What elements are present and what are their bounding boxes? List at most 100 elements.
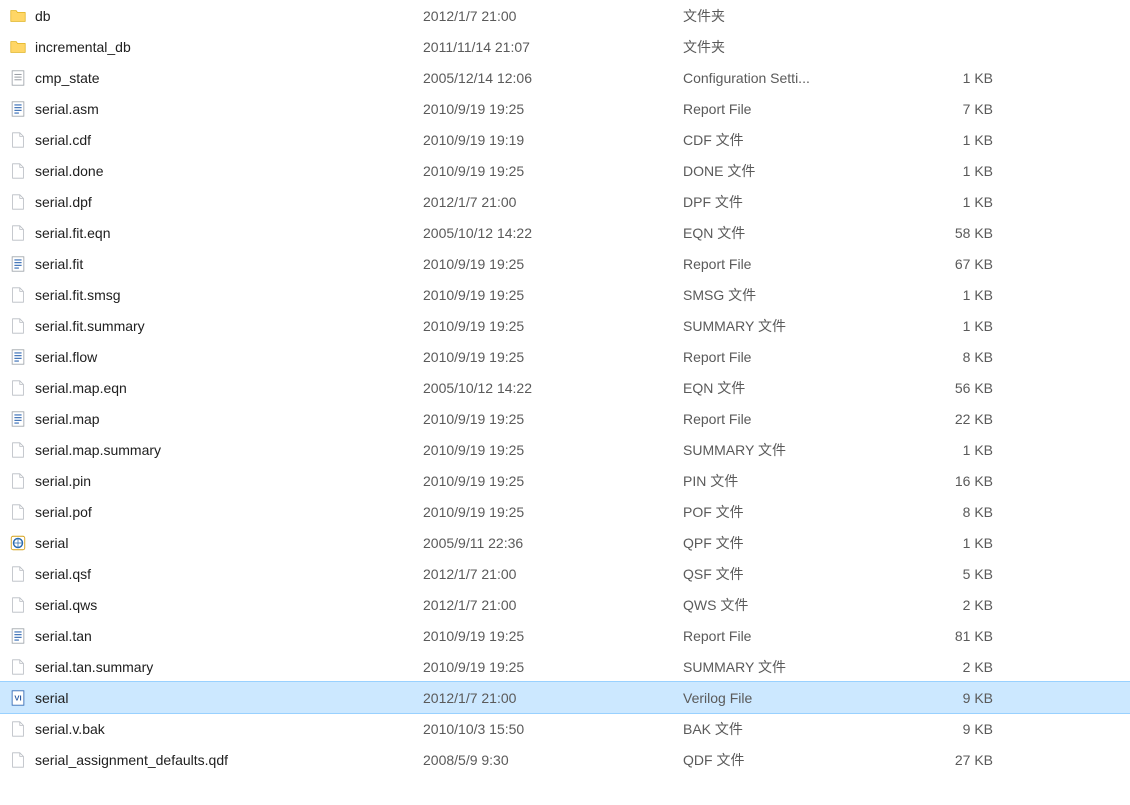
file-row[interactable]: serial.asm2010/9/19 19:25Report File7 KB: [0, 93, 1130, 124]
report-icon: [8, 409, 28, 429]
file-type: QWS 文件: [683, 595, 933, 615]
file-name: serial.map: [35, 411, 100, 427]
file-size: 22 KB: [933, 411, 1073, 427]
file-name-cell: serial.asm: [8, 99, 423, 119]
file-date: 2010/9/19 19:25: [423, 659, 683, 675]
report-icon: [8, 626, 28, 646]
file-date: 2005/10/12 14:22: [423, 225, 683, 241]
file-name: serial.tan.summary: [35, 659, 153, 675]
blank-icon: [8, 285, 28, 305]
file-name-cell: serial.flow: [8, 347, 423, 367]
file-row[interactable]: serial.pin2010/9/19 19:25PIN 文件16 KB: [0, 465, 1130, 496]
file-name: serial.map.summary: [35, 442, 161, 458]
blank-icon: [8, 750, 28, 770]
file-size: 1 KB: [933, 535, 1073, 551]
blank-icon: [8, 595, 28, 615]
file-type: Report File: [683, 411, 933, 427]
file-type: QPF 文件: [683, 533, 933, 553]
file-type: QSF 文件: [683, 564, 933, 584]
file-row[interactable]: serial.map.eqn2005/10/12 14:22EQN 文件56 K…: [0, 372, 1130, 403]
file-name: serial.tan: [35, 628, 92, 644]
file-type: SUMMARY 文件: [683, 440, 933, 460]
file-row[interactable]: serial 2005/9/11 22:36QPF 文件1 KB: [0, 527, 1130, 558]
verilog-icon: VI: [8, 688, 28, 708]
file-date: 2010/9/19 19:25: [423, 411, 683, 427]
file-name: serial.dpf: [35, 194, 92, 210]
blank-icon: [8, 130, 28, 150]
file-name-cell: serial.fit.smsg: [8, 285, 423, 305]
file-name: serial: [35, 535, 68, 551]
file-date: 2008/5/9 9:30: [423, 752, 683, 768]
file-row[interactable]: serial.cdf2010/9/19 19:19CDF 文件1 KB: [0, 124, 1130, 155]
file-date: 2010/9/19 19:25: [423, 256, 683, 272]
file-name: incremental_db: [35, 39, 131, 55]
file-date: 2010/9/19 19:25: [423, 349, 683, 365]
file-type: DONE 文件: [683, 161, 933, 181]
file-name: serial.qsf: [35, 566, 91, 582]
file-date: 2010/9/19 19:25: [423, 628, 683, 644]
file-row[interactable]: serial.flow 2010/9/19 19:25Report File8 K…: [0, 341, 1130, 372]
file-name-cell: serial.fit.eqn: [8, 223, 423, 243]
file-row[interactable]: serial.tan2010/9/19 19:25Report File81 K…: [0, 620, 1130, 651]
file-date: 2010/9/19 19:25: [423, 163, 683, 179]
file-row[interactable]: serial.fit.summary2010/9/19 19:25SUMMARY…: [0, 310, 1130, 341]
file-row[interactable]: cmp_state 2005/12/14 12:06Configuration S…: [0, 62, 1130, 93]
file-type: DPF 文件: [683, 192, 933, 212]
blank-icon: [8, 502, 28, 522]
file-name-cell: cmp_state: [8, 68, 423, 88]
file-type: EQN 文件: [683, 378, 933, 398]
file-size: 1 KB: [933, 318, 1073, 334]
blank-icon: [8, 378, 28, 398]
file-size: 27 KB: [933, 752, 1073, 768]
file-name: serial.map.eqn: [35, 380, 127, 396]
file-name: serial.done: [35, 163, 104, 179]
file-date: 2012/1/7 21:00: [423, 8, 683, 24]
file-type: CDF 文件: [683, 130, 933, 150]
file-row[interactable]: incremental_db2011/11/14 21:07文件夹: [0, 31, 1130, 62]
file-row[interactable]: serial.map.summary2010/9/19 19:25SUMMARY…: [0, 434, 1130, 465]
file-size: 16 KB: [933, 473, 1073, 489]
file-date: 2010/9/19 19:25: [423, 473, 683, 489]
file-list: db2012/1/7 21:00文件夹 incremental_db 2011/11…: [0, 0, 1130, 775]
file-row[interactable]: serial.map 2010/9/19 19:25Report File22 K…: [0, 403, 1130, 434]
file-row[interactable]: serial.fit.eqn2005/10/12 14:22EQN 文件58 K…: [0, 217, 1130, 248]
file-size: 1 KB: [933, 70, 1073, 86]
file-type: Verilog File: [683, 690, 933, 706]
file-name: cmp_state: [35, 70, 100, 86]
file-size: 8 KB: [933, 349, 1073, 365]
file-row[interactable]: serial.fit.smsg2010/9/19 19:25SMSG 文件1 K…: [0, 279, 1130, 310]
file-date: 2005/10/12 14:22: [423, 380, 683, 396]
file-name-cell: serial.pof: [8, 502, 423, 522]
file-date: 2010/9/19 19:25: [423, 287, 683, 303]
file-date: 2005/12/14 12:06: [423, 70, 683, 86]
file-date: 2010/9/19 19:25: [423, 504, 683, 520]
blank-icon: [8, 719, 28, 739]
file-row[interactable]: serial.dpf2012/1/7 21:00DPF 文件1 KB: [0, 186, 1130, 217]
file-type: Report File: [683, 256, 933, 272]
file-row[interactable]: serial_assignment_defaults.qdf2008/5/9 9…: [0, 744, 1130, 775]
file-name: serial.fit.smsg: [35, 287, 121, 303]
file-name: serial.flow: [35, 349, 97, 365]
file-row[interactable]: serial.pof2010/9/19 19:25POF 文件8 KB: [0, 496, 1130, 527]
file-type: PIN 文件: [683, 471, 933, 491]
file-size: 1 KB: [933, 132, 1073, 148]
file-type: Report File: [683, 349, 933, 365]
file-date: 2005/9/11 22:36: [423, 535, 683, 551]
file-row[interactable]: serial.tan.summary2010/9/19 19:25SUMMARY…: [0, 651, 1130, 682]
file-size: 7 KB: [933, 101, 1073, 117]
file-date: 2011/11/14 21:07: [423, 39, 683, 55]
report-icon: [8, 254, 28, 274]
folder-icon: [8, 37, 28, 57]
file-row[interactable]: serial.v.bak2010/10/3 15:50BAK 文件9 KB: [0, 713, 1130, 744]
file-date: 2010/9/19 19:25: [423, 318, 683, 334]
file-name-cell: incremental_db: [8, 37, 423, 57]
file-name-cell: serial.tan: [8, 626, 423, 646]
file-row[interactable]: VIserial2012/1/7 21:00Verilog File9 KB: [0, 682, 1130, 713]
file-type: Configuration Setti...: [683, 70, 933, 86]
file-row[interactable]: db2012/1/7 21:00文件夹: [0, 0, 1130, 31]
file-row[interactable]: serial.qsf2012/1/7 21:00QSF 文件5 KB: [0, 558, 1130, 589]
text-lines-icon: [8, 68, 28, 88]
file-row[interactable]: serial.qws2012/1/7 21:00QWS 文件2 KB: [0, 589, 1130, 620]
file-row[interactable]: serial.fit2010/9/19 19:25Report File67 K…: [0, 248, 1130, 279]
file-row[interactable]: serial.done2010/9/19 19:25DONE 文件1 KB: [0, 155, 1130, 186]
